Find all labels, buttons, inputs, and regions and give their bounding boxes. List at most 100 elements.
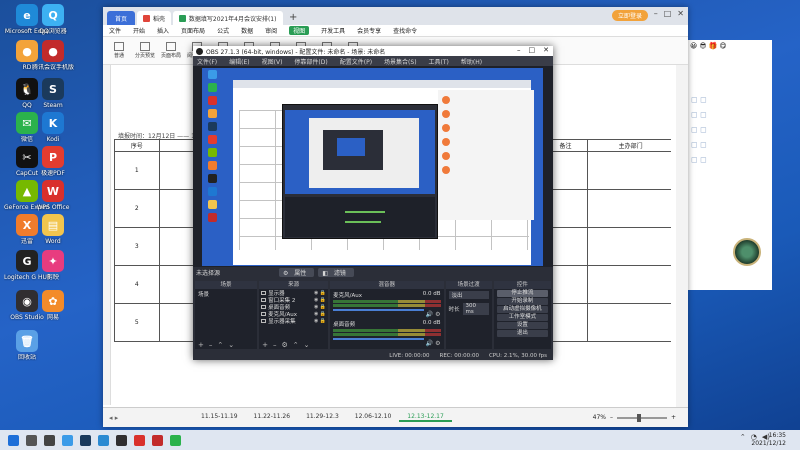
emoji-icon[interactable]: 😀 xyxy=(690,42,697,50)
add-icon[interactable]: + xyxy=(198,341,204,349)
sheet-tab[interactable]: 12.13-12.17 xyxy=(399,413,452,422)
sidebar-row[interactable]: ◻ ◻ xyxy=(688,137,772,152)
scene-item[interactable]: 场景 xyxy=(195,289,257,299)
table-cell[interactable]: 3 xyxy=(114,227,160,266)
obs-menu-item[interactable]: 停靠部件(D) xyxy=(294,57,327,66)
wps-icon[interactable] xyxy=(134,434,145,446)
menu-item[interactable]: 公式 xyxy=(217,26,229,35)
transition-select[interactable]: 淡出 xyxy=(448,291,489,299)
obs-menu-item[interactable]: 帮助(H) xyxy=(461,57,482,66)
zoom-slider[interactable] xyxy=(616,413,667,422)
properties-button[interactable]: ⚙ 属性 xyxy=(279,268,315,277)
edge-icon[interactable] xyxy=(98,434,109,446)
zoom-in-icon[interactable]: + xyxy=(671,414,676,421)
menu-item[interactable]: 页面布局 xyxy=(181,26,205,35)
visibility-icon[interactable]: ◉ 🔒 xyxy=(314,297,326,303)
sidebar-row[interactable]: ◻ ◻ xyxy=(688,152,772,167)
desktop-icon[interactable]: ✦ 剪映 xyxy=(30,250,76,281)
table-cell[interactable] xyxy=(587,265,671,304)
desktop-icon[interactable]: S Steam xyxy=(30,78,76,109)
close-icon[interactable]: ✕ xyxy=(543,46,549,54)
maximize-icon[interactable]: □ xyxy=(664,9,672,18)
menu-item[interactable]: 插入 xyxy=(157,26,169,35)
obs-preview[interactable] xyxy=(193,66,553,267)
table-cell[interactable] xyxy=(587,303,671,342)
login-button[interactable]: 立即登录 xyxy=(611,10,648,21)
gear-icon[interactable]: ⚙ xyxy=(435,311,440,318)
visibility-icon[interactable]: ◉ 🔒 xyxy=(314,290,326,296)
control-button[interactable]: 退出 xyxy=(496,330,548,337)
sidebar-row[interactable]: ◻ ◻ xyxy=(688,122,772,137)
menu-item[interactable]: 开始 xyxy=(133,26,145,35)
desktop-icon[interactable]: Q QQ浏览器 xyxy=(30,4,76,35)
desktop-icon[interactable]: ▤ Word xyxy=(30,214,76,245)
ribbon-button[interactable]: 分页预览 xyxy=(135,41,155,61)
obs-menu-item[interactable]: 编辑(E) xyxy=(229,57,249,66)
obs-icon[interactable] xyxy=(116,434,127,446)
visibility-icon[interactable]: ◉ 🔒 xyxy=(314,311,326,317)
menu-item[interactable]: 视图 xyxy=(289,26,310,35)
tray-chevron-icon[interactable]: ⌃ xyxy=(740,433,746,441)
emoji-icon[interactable]: 😋 xyxy=(719,42,726,50)
move-down-icon[interactable]: ⌄ xyxy=(228,341,234,349)
emoji-icon[interactable]: 🎁 xyxy=(709,42,718,50)
clock[interactable]: 16:35 2021/12/12 xyxy=(751,432,786,448)
visibility-icon[interactable]: ◉ 🔒 xyxy=(314,304,326,310)
obs-menu-item[interactable]: 文件(F) xyxy=(197,57,217,66)
new-tab-icon[interactable]: + xyxy=(289,12,297,23)
visibility-icon[interactable]: ◉ 🔒 xyxy=(314,318,326,324)
control-button[interactable]: 设置 xyxy=(496,322,548,329)
table-cell[interactable]: 5 xyxy=(114,303,160,342)
desktop-icon[interactable]: ● 腾讯会议手机版 xyxy=(30,40,76,71)
minimize-icon[interactable]: – xyxy=(517,46,521,54)
move-up-icon[interactable]: ⌃ xyxy=(217,341,223,349)
table-cell[interactable] xyxy=(587,151,671,190)
emoji-icon[interactable]: 😎 xyxy=(699,42,706,50)
desktop-icon[interactable]: ✿ 网易 xyxy=(30,290,76,321)
sheet-nav-icon[interactable]: ◂ ▸ xyxy=(103,414,133,422)
sidebar-row[interactable]: ◻ ◻ xyxy=(688,107,772,122)
tab-spreadsheet[interactable]: 数据填写2021年4月会议安排(1) xyxy=(173,11,284,25)
control-button[interactable]: 工作室模式 xyxy=(496,314,548,321)
zoom-out-icon[interactable]: – xyxy=(610,414,613,421)
close-icon[interactable]: ✕ xyxy=(677,9,684,18)
sheet-tab[interactable]: 11.22-11.26 xyxy=(246,413,299,422)
obs-menu-item[interactable]: 工具(T) xyxy=(429,57,449,66)
tab-home[interactable]: 首页 xyxy=(107,11,135,25)
add-icon[interactable]: + xyxy=(262,341,268,349)
sheet-tab[interactable]: 11.29-12.3 xyxy=(298,413,347,422)
table-cell[interactable]: 4 xyxy=(114,265,160,304)
menu-item[interactable]: 查找命令 xyxy=(393,26,417,35)
menu-item[interactable]: 文件 xyxy=(109,26,121,35)
duration-input[interactable]: 300 ms xyxy=(462,303,489,315)
menu-item[interactable]: 审阅 xyxy=(265,26,277,35)
desktop-icon[interactable]: K Kodi xyxy=(30,112,76,143)
source-item[interactable]: 显示器采集 ◉ 🔒 xyxy=(259,317,328,325)
steam-icon[interactable] xyxy=(80,434,91,446)
ribbon-button[interactable]: 页面布局 xyxy=(161,41,181,61)
contact-avatar[interactable] xyxy=(733,238,761,266)
table-cell[interactable] xyxy=(587,227,671,266)
sidebar-row[interactable]: ◻ ◻ xyxy=(688,92,772,107)
wechat-icon[interactable] xyxy=(170,434,181,446)
move-down-icon[interactable]: ⌄ xyxy=(304,341,310,349)
menu-item[interactable]: 会员专享 xyxy=(357,26,381,35)
qq-icon[interactable] xyxy=(62,434,73,446)
ribbon-button[interactable]: 普通 xyxy=(109,41,129,61)
sheet-tab[interactable]: 11.15-11.19 xyxy=(193,413,246,422)
minimize-icon[interactable]: – xyxy=(654,9,658,18)
tab-docer[interactable]: 稻壳 xyxy=(137,11,172,25)
menu-item[interactable]: 开发工具 xyxy=(321,26,345,35)
obs-menu-item[interactable]: 场景集合(S) xyxy=(384,57,417,66)
search-icon[interactable] xyxy=(26,434,37,446)
maximize-icon[interactable]: □ xyxy=(529,46,536,54)
start-icon[interactable] xyxy=(8,434,19,446)
speaker-icon[interactable]: 🔊 xyxy=(426,340,435,347)
desktop-icon[interactable]: W WPS Office xyxy=(30,180,76,211)
move-up-icon[interactable]: ⌃ xyxy=(293,341,299,349)
gear-icon[interactable]: ⚙ xyxy=(435,340,440,347)
obs-menu-item[interactable]: 视图(V) xyxy=(262,57,283,66)
filters-button[interactable]: ◧ 滤镜 xyxy=(318,268,354,277)
remove-icon[interactable]: – xyxy=(273,341,277,349)
table-cell[interactable]: 1 xyxy=(114,151,160,190)
